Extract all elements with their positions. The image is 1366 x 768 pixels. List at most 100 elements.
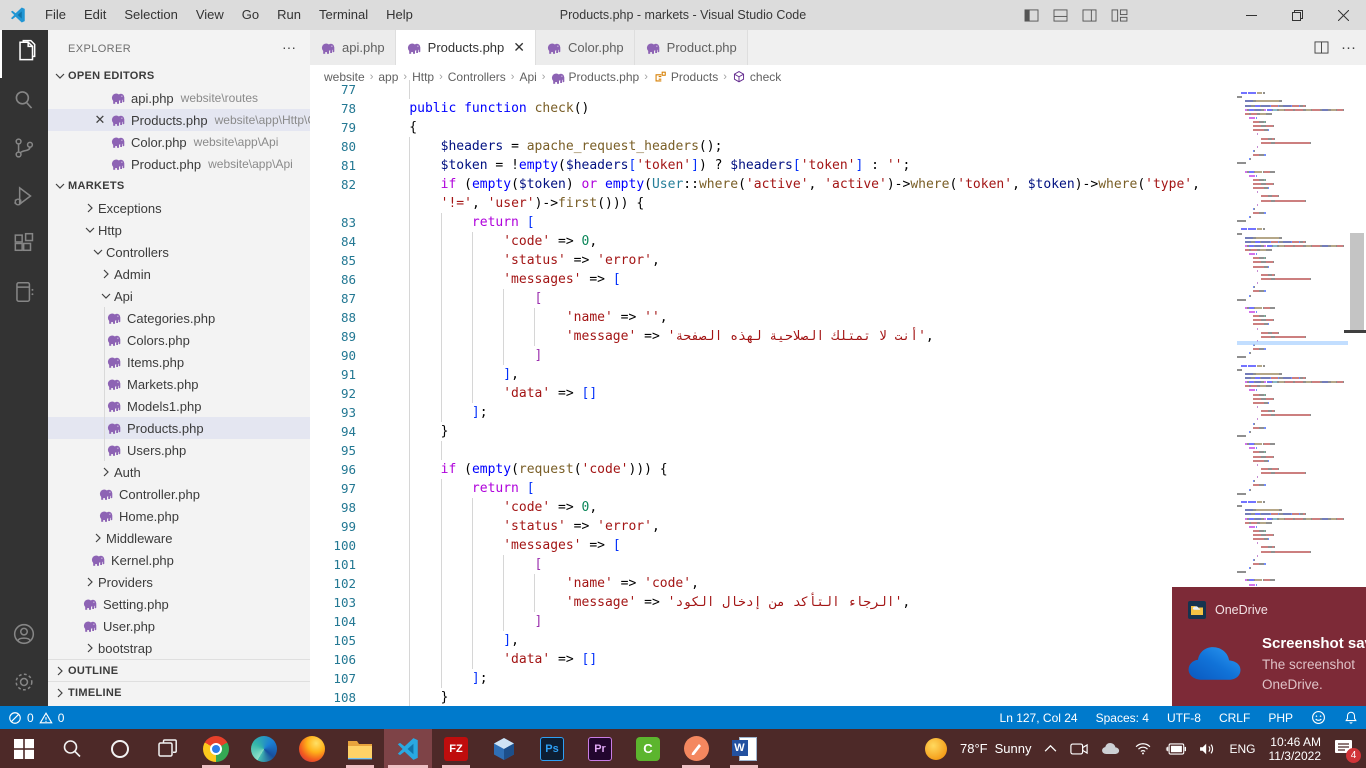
activity-source-control[interactable] xyxy=(0,126,48,174)
taskbar-firefox[interactable] xyxy=(288,729,336,768)
explorer-more-actions-icon[interactable]: ··· xyxy=(282,30,296,65)
taskbar-filezilla[interactable]: FZ xyxy=(432,729,480,768)
tree-item-kernel-php[interactable]: Kernel.php xyxy=(48,549,311,571)
menu-view[interactable]: View xyxy=(187,0,233,30)
battery-icon[interactable] xyxy=(1165,743,1186,755)
taskbar-file-explorer[interactable] xyxy=(336,729,384,768)
feedback-smiley-icon[interactable] xyxy=(1311,710,1326,725)
menu-selection[interactable]: Selection xyxy=(115,0,186,30)
volume-icon[interactable] xyxy=(1199,742,1216,756)
encoding[interactable]: UTF-8 xyxy=(1167,711,1201,725)
wifi-icon[interactable] xyxy=(1134,742,1152,755)
open-editor-Color.php[interactable]: Color.phpwebsite\app\Api xyxy=(48,131,311,153)
vertical-scrollbar[interactable] xyxy=(1350,233,1364,330)
menu-help[interactable]: Help xyxy=(377,0,422,30)
tree-item-admin[interactable]: Admin xyxy=(48,263,311,285)
activity-accounts[interactable] xyxy=(0,612,48,660)
tree-item-http[interactable]: Http xyxy=(48,219,311,241)
minimize-button[interactable] xyxy=(1228,0,1274,30)
weather-condition[interactable]: Sunny xyxy=(995,741,1032,756)
tree-item-api[interactable]: Api xyxy=(48,285,311,307)
tab-api-php[interactable]: api.php xyxy=(310,30,396,65)
activity-run-debug[interactable] xyxy=(0,174,48,222)
tree-item-products-php[interactable]: Products.php xyxy=(48,417,311,439)
toggle-sidebar-icon[interactable] xyxy=(1024,9,1039,22)
taskbar-task-view[interactable] xyxy=(144,729,192,768)
indentation[interactable]: Spaces: 4 xyxy=(1096,711,1149,725)
open-editor-Products.php[interactable]: ✕Products.phpwebsite\app\Http\C... xyxy=(48,109,311,131)
taskbar-virtualbox[interactable] xyxy=(480,729,528,768)
taskbar-photoshop[interactable]: Ps xyxy=(528,729,576,768)
activity-explorer[interactable] xyxy=(0,30,50,78)
taskbar-clock[interactable]: 10:46 AM 11/3/2022 xyxy=(1269,735,1322,763)
tab-products-php[interactable]: Products.php✕ xyxy=(396,30,536,65)
menu-edit[interactable]: Edit xyxy=(75,0,115,30)
eol-sequence[interactable]: CRLF xyxy=(1219,711,1250,725)
language-mode[interactable]: PHP xyxy=(1268,711,1293,725)
tree-item-bootstrap[interactable]: bootstrap xyxy=(48,637,311,659)
toggle-panel-icon[interactable] xyxy=(1053,9,1068,22)
tree-item-auth[interactable]: Auth xyxy=(48,461,311,483)
editor-more-actions-icon[interactable]: ··· xyxy=(1341,39,1356,56)
tree-item-markets-php[interactable]: Markets.php xyxy=(48,373,311,395)
customize-layout-icon[interactable] xyxy=(1111,9,1128,22)
restore-button[interactable] xyxy=(1274,0,1320,30)
taskbar-cortana[interactable] xyxy=(96,729,144,768)
taskbar-lightshot[interactable] xyxy=(672,729,720,768)
close-tab-icon[interactable]: ✕ xyxy=(513,39,525,56)
activity-extensions[interactable] xyxy=(0,222,48,270)
taskbar-word[interactable]: W xyxy=(720,729,768,768)
keyboard-language[interactable]: ENG xyxy=(1229,742,1255,756)
section-outline[interactable]: OUTLINE xyxy=(48,659,310,682)
tree-item-providers[interactable]: Providers xyxy=(48,571,311,593)
tree-item-models1-php[interactable]: Models1.php xyxy=(48,395,311,417)
cursor-position[interactable]: Ln 127, Col 24 xyxy=(1000,711,1078,725)
tree-item-users-php[interactable]: Users.php xyxy=(48,439,311,461)
taskbar-vscode[interactable] xyxy=(384,729,432,768)
tray-overflow-chevron-icon[interactable] xyxy=(1044,744,1057,753)
tab-product-php[interactable]: Product.php xyxy=(635,30,748,65)
menu-go[interactable]: Go xyxy=(233,0,268,30)
close-window-button[interactable] xyxy=(1320,0,1366,30)
menu-file[interactable]: File xyxy=(36,0,75,30)
tree-item-setting-php[interactable]: Setting.php xyxy=(48,593,311,615)
close-editor-icon[interactable]: ✕ xyxy=(92,112,108,128)
tree-item-middleware[interactable]: Middleware xyxy=(48,527,311,549)
taskbar-chrome[interactable] xyxy=(192,729,240,768)
tree-item-colors-php[interactable]: Colors.php xyxy=(48,329,311,351)
weather-sun-icon[interactable] xyxy=(925,738,947,760)
taskbar-premiere[interactable]: Pr xyxy=(576,729,624,768)
section-open-editors[interactable]: OPEN EDITORS xyxy=(48,65,310,87)
tree-item-controller-php[interactable]: Controller.php xyxy=(48,483,311,505)
onedrive-tray-icon[interactable] xyxy=(1101,742,1121,755)
menu-terminal[interactable]: Terminal xyxy=(310,0,377,30)
tree-item-controllers[interactable]: Controllers xyxy=(48,241,311,263)
open-editor-api.php[interactable]: api.phpwebsite\routes xyxy=(48,87,311,109)
onedrive-notification[interactable]: OneDrive Screenshot save The screenshot … xyxy=(1172,587,1366,706)
tab-color-php[interactable]: Color.php xyxy=(536,30,635,65)
activity-remote-book[interactable] xyxy=(0,270,48,318)
problems-status[interactable]: 0 0 xyxy=(8,711,64,725)
section-folder-markets[interactable]: MARKETS xyxy=(48,175,310,197)
meet-now-icon[interactable] xyxy=(1070,742,1088,756)
tree-item-home-php[interactable]: Home.php xyxy=(48,505,311,527)
taskbar-start[interactable] xyxy=(0,729,48,768)
taskbar-camtasia[interactable]: C xyxy=(624,729,672,768)
action-center-button[interactable]: 4 xyxy=(1334,739,1356,759)
open-editor-Product.php[interactable]: Product.phpwebsite\app\Api xyxy=(48,153,311,175)
tree-item-items-php[interactable]: Items.php xyxy=(48,351,311,373)
notifications-bell-icon[interactable] xyxy=(1344,710,1358,725)
menu-run[interactable]: Run xyxy=(268,0,310,30)
toggle-secondary-sidebar-icon[interactable] xyxy=(1082,9,1097,22)
tree-item-user-php[interactable]: User.php xyxy=(48,615,311,637)
split-editor-icon[interactable] xyxy=(1314,41,1329,54)
activity-search[interactable] xyxy=(0,78,48,126)
code-area[interactable]: 7778 public function check()79 {80 $head… xyxy=(310,80,1237,706)
taskbar-edge[interactable] xyxy=(240,729,288,768)
tree-item-categories-php[interactable]: Categories.php xyxy=(48,307,311,329)
tree-item-exceptions[interactable]: Exceptions xyxy=(48,197,311,219)
activity-settings[interactable] xyxy=(0,660,48,708)
taskbar-search[interactable] xyxy=(48,729,96,768)
section-timeline[interactable]: TIMELINE xyxy=(48,681,310,704)
weather-temp[interactable]: 78°F xyxy=(960,741,988,756)
